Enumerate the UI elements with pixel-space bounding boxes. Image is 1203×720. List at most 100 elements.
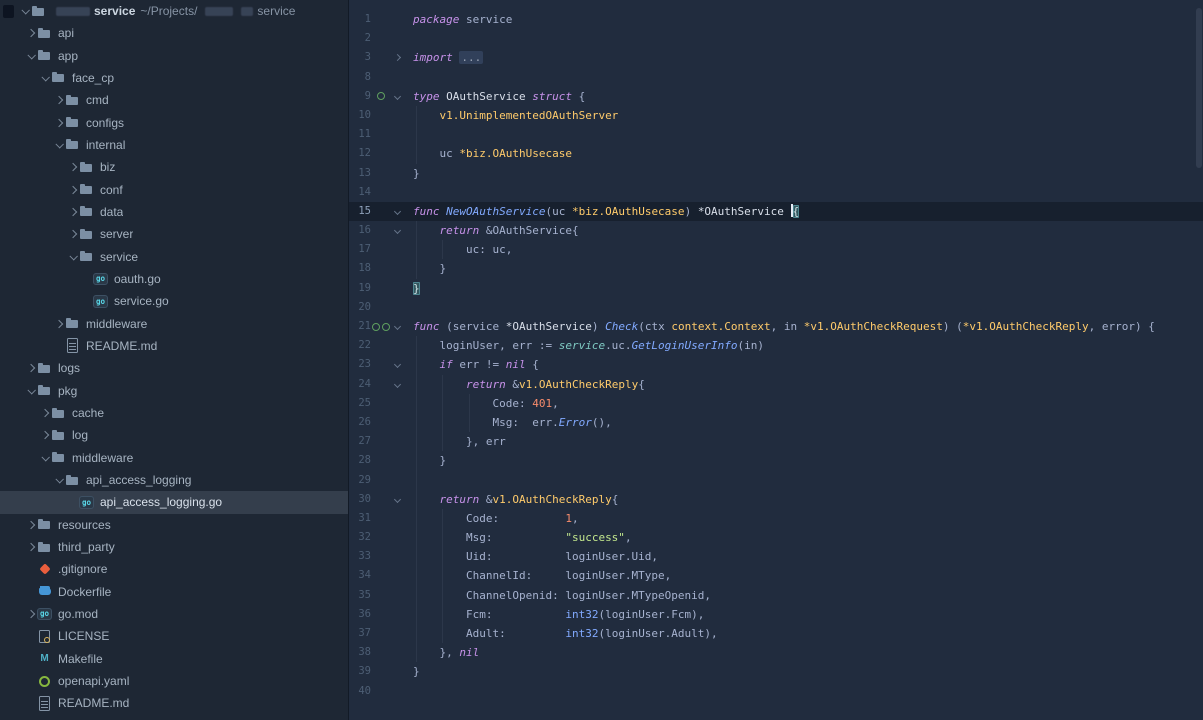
tree-item[interactable]: cmd	[0, 89, 348, 111]
implements-icon[interactable]	[372, 323, 380, 331]
tree-item[interactable]: conf	[0, 178, 348, 200]
code-text[interactable]: import ...	[407, 48, 1203, 67]
chevron-right-icon[interactable]	[68, 230, 76, 238]
tree-item[interactable]: resources	[0, 514, 348, 536]
chevron-right-icon[interactable]	[54, 118, 62, 126]
code-line[interactable]: 24 return &v1.OAuthCheckReply{	[349, 375, 1203, 394]
code-text[interactable]: type OAuthService struct {	[407, 87, 1203, 106]
code-text[interactable]: loginUser, err := service.uc.GetLoginUse…	[407, 336, 1203, 355]
code-line[interactable]: 8	[349, 68, 1203, 87]
chevron-right-icon[interactable]	[26, 29, 34, 37]
fold-chevron-icon[interactable]	[393, 381, 400, 388]
code-text[interactable]: }, nil	[407, 643, 1203, 662]
fold-chevron-icon[interactable]	[393, 208, 400, 215]
tree-item[interactable]: logs	[0, 357, 348, 379]
tree-item[interactable]: oauth.go	[0, 268, 348, 290]
code-line[interactable]: 32 Msg: "success",	[349, 528, 1203, 547]
code-line[interactable]: 9type OAuthService struct {	[349, 87, 1203, 106]
code-line[interactable]: 39}	[349, 662, 1203, 681]
code-text[interactable]: return &OAuthService{	[407, 221, 1203, 240]
code-text[interactable]: return &v1.OAuthCheckReply{	[407, 375, 1203, 394]
tree-item[interactable]: biz	[0, 156, 348, 178]
code-text[interactable]: Msg: "success",	[407, 528, 1203, 547]
code-line[interactable]: 3import ...	[349, 48, 1203, 67]
code-line[interactable]: 37 Adult: int32(loginUser.Adult),	[349, 624, 1203, 643]
code-line[interactable]: 11	[349, 125, 1203, 144]
code-line[interactable]: 30 return &v1.OAuthCheckReply{	[349, 490, 1203, 509]
tree-item[interactable]: internal	[0, 134, 348, 156]
code-text[interactable]: uc: uc,	[407, 240, 1203, 259]
tree-item[interactable]: Dockerfile	[0, 581, 348, 603]
code-text[interactable]	[407, 29, 1203, 48]
fold-chevron-icon[interactable]	[393, 93, 400, 100]
code-line[interactable]: 20	[349, 298, 1203, 317]
code-line[interactable]: 40	[349, 682, 1203, 701]
code-line[interactable]: 13}	[349, 164, 1203, 183]
fold-chevron-icon[interactable]	[393, 227, 400, 234]
chevron-down-icon[interactable]	[41, 73, 49, 81]
code-line[interactable]: 14	[349, 183, 1203, 202]
chevron-down-icon[interactable]	[69, 252, 77, 260]
fold-chevron-icon[interactable]	[393, 54, 400, 61]
tree-item[interactable]: .gitignore	[0, 558, 348, 580]
chevron-down-icon[interactable]	[55, 140, 63, 148]
code-text[interactable]: package service	[407, 10, 1203, 29]
code-line[interactable]: 2	[349, 29, 1203, 48]
tree-item[interactable]: api	[0, 22, 348, 44]
code-text[interactable]: Code: 1,	[407, 509, 1203, 528]
code-area[interactable]: 1package service23import ...89type OAuth…	[349, 10, 1203, 701]
tree-item[interactable]: README.md	[0, 692, 348, 714]
code-line[interactable]: 22 loginUser, err := service.uc.GetLogin…	[349, 336, 1203, 355]
implements-icon[interactable]	[377, 92, 385, 100]
code-text[interactable]: Msg: err.Error(),	[407, 413, 1203, 432]
tree-item[interactable]: server	[0, 223, 348, 245]
fold-chevron-icon[interactable]	[393, 323, 400, 330]
tree-item[interactable]: pkg	[0, 380, 348, 402]
code-text[interactable]: Adult: int32(loginUser.Adult),	[407, 624, 1203, 643]
chevron-down-icon[interactable]	[21, 6, 29, 14]
code-line[interactable]: 18 }	[349, 259, 1203, 278]
code-line[interactable]: 16 return &OAuthService{	[349, 221, 1203, 240]
code-line[interactable]: 23 if err != nil {	[349, 355, 1203, 374]
code-text[interactable]: ChannelId: loginUser.MType,	[407, 566, 1203, 585]
chevron-right-icon[interactable]	[26, 543, 34, 551]
code-line[interactable]: 1package service	[349, 10, 1203, 29]
code-text[interactable]	[407, 68, 1203, 87]
code-text[interactable]	[407, 183, 1203, 202]
tree-item[interactable]: data	[0, 201, 348, 223]
fold-chevron-icon[interactable]	[393, 361, 400, 368]
tree-item[interactable]: log	[0, 424, 348, 446]
code-text[interactable]: }, err	[407, 432, 1203, 451]
tree-item[interactable]: configs	[0, 111, 348, 133]
code-text[interactable]: if err != nil {	[407, 355, 1203, 374]
code-text[interactable]: ChannelOpenid: loginUser.MTypeOpenid,	[407, 586, 1203, 605]
code-text[interactable]: Code: 401,	[407, 394, 1203, 413]
code-text[interactable]	[407, 298, 1203, 317]
chevron-right-icon[interactable]	[26, 520, 34, 528]
chevron-right-icon[interactable]	[54, 96, 62, 104]
chevron-right-icon[interactable]	[68, 185, 76, 193]
scrollbar-thumb[interactable]	[1196, 8, 1202, 168]
code-line[interactable]: 27 }, err	[349, 432, 1203, 451]
chevron-right-icon[interactable]	[40, 431, 48, 439]
code-text[interactable]	[407, 471, 1203, 490]
code-line[interactable]: 17 uc: uc,	[349, 240, 1203, 259]
tree-item[interactable]: cache	[0, 402, 348, 424]
code-line[interactable]: 19}	[349, 279, 1203, 298]
chevron-right-icon[interactable]	[54, 319, 62, 327]
code-line[interactable]: 10 v1.UnimplementedOAuthServer	[349, 106, 1203, 125]
code-text[interactable]	[407, 125, 1203, 144]
code-text[interactable]: }	[407, 451, 1203, 470]
code-text[interactable]: }	[407, 279, 1203, 298]
code-text[interactable]	[407, 682, 1203, 701]
tree-item[interactable]: README.md	[0, 335, 348, 357]
code-line[interactable]: 15func NewOAuthService(uc *biz.OAuthUsec…	[349, 202, 1203, 221]
project-root-row[interactable]: service ~/Projects/ service	[0, 0, 348, 22]
code-text[interactable]: func NewOAuthService(uc *biz.OAuthUsecas…	[407, 202, 1203, 221]
code-text[interactable]: v1.UnimplementedOAuthServer	[407, 106, 1203, 125]
code-line[interactable]: 36 Fcm: int32(loginUser.Fcm),	[349, 605, 1203, 624]
code-text[interactable]: }	[407, 259, 1203, 278]
implements-icon[interactable]	[382, 323, 390, 331]
code-line[interactable]: 21func (service *OAuthService) Check(ctx…	[349, 317, 1203, 336]
tree-item[interactable]: LICENSE	[0, 625, 348, 647]
